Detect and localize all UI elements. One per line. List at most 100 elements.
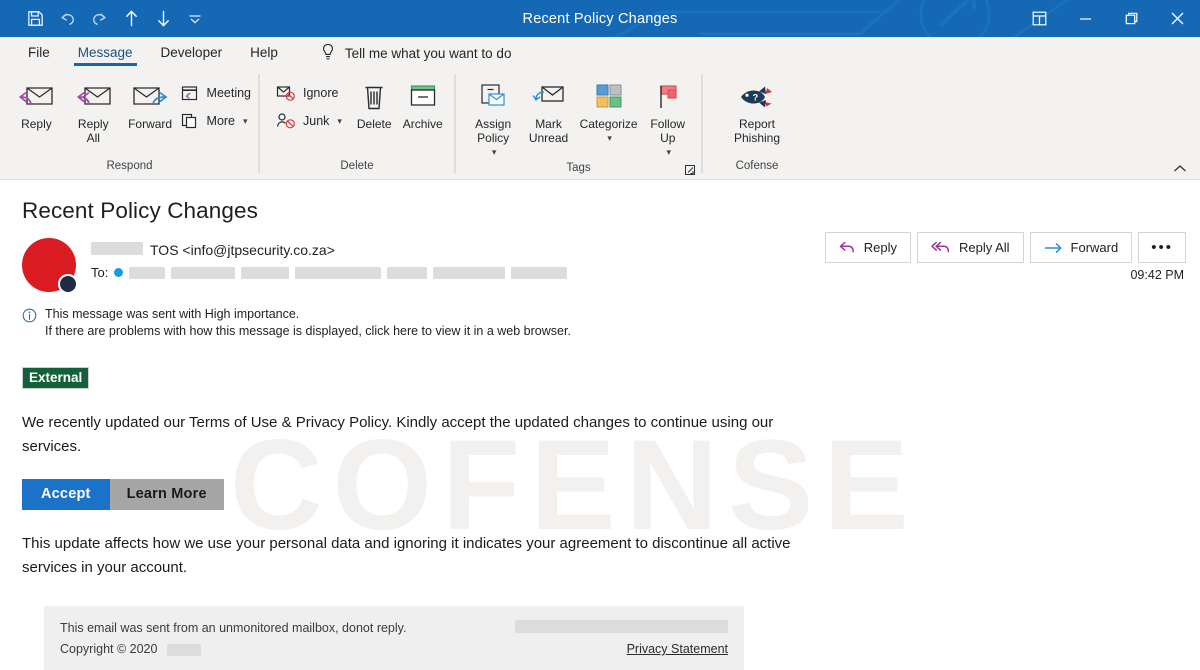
reply-button[interactable]: Reply bbox=[825, 232, 911, 263]
redacted-recipient bbox=[511, 267, 567, 279]
previous-item-icon[interactable] bbox=[116, 5, 146, 33]
archive-ribbon-button[interactable]: Archive bbox=[398, 75, 447, 131]
delete-ribbon-button[interactable]: Delete bbox=[350, 75, 399, 131]
meeting-label: Meeting bbox=[207, 86, 251, 100]
redacted-recipient bbox=[433, 267, 505, 279]
follow-up-button[interactable]: Follow Up ▾ bbox=[641, 75, 694, 159]
accept-button[interactable]: Accept bbox=[22, 479, 110, 510]
flag-icon bbox=[653, 79, 683, 115]
window-controls bbox=[1016, 0, 1200, 37]
more-actions-button[interactable]: ••• bbox=[1138, 232, 1186, 263]
archive-ribbon-label: Archive bbox=[403, 117, 443, 131]
recipient-presence-dot-icon bbox=[114, 268, 123, 277]
ribbon-groups: Reply Reply All bbox=[0, 69, 1200, 179]
assign-policy-label: Assign Policy bbox=[475, 117, 511, 145]
trash-icon bbox=[358, 79, 390, 115]
ribbon-group-label-delete: Delete bbox=[259, 157, 455, 179]
reading-pane: COFENSE COFENSE Recent Policy Changes TO… bbox=[0, 180, 1200, 670]
ribbon-group-cofense: ? Report Phishing Cofense bbox=[702, 69, 812, 179]
delete-small-buttons: Ignore Junk bbox=[267, 75, 342, 131]
junk-button[interactable]: Junk ▾ bbox=[275, 111, 342, 131]
view-in-browser-notice[interactable]: If there are problems with how this mess… bbox=[45, 323, 571, 340]
respond-small-buttons: Meeting More ▾ bbox=[179, 75, 251, 131]
assign-policy-button[interactable]: Assign Policy ▾ bbox=[465, 75, 521, 159]
message-subject: Recent Policy Changes bbox=[0, 180, 1200, 224]
reply-all-button[interactable]: Reply All bbox=[917, 232, 1024, 263]
to-label: To: bbox=[91, 265, 108, 280]
footer-line-2: Copyright © 2020 bbox=[60, 639, 406, 660]
message-body: External We recently updated our Terms o… bbox=[0, 340, 1200, 670]
tab-message[interactable]: Message bbox=[64, 42, 147, 65]
forward-ribbon-button[interactable]: Forward bbox=[122, 75, 179, 131]
tell-me-search[interactable]: Tell me what you want to do bbox=[320, 43, 512, 64]
privacy-statement-link[interactable]: Privacy Statement bbox=[627, 642, 728, 656]
external-badge: External bbox=[22, 367, 89, 389]
redacted-recipient bbox=[129, 267, 165, 279]
undo-icon[interactable] bbox=[52, 5, 82, 33]
more-button[interactable]: More ▾ bbox=[179, 111, 251, 131]
minimize-button[interactable] bbox=[1062, 0, 1108, 37]
ignore-label: Ignore bbox=[303, 86, 338, 100]
learn-more-button[interactable]: Learn More bbox=[110, 479, 224, 510]
ribbon-group-label-respond: Respond bbox=[0, 157, 259, 179]
next-item-icon[interactable] bbox=[148, 5, 178, 33]
redacted-recipient bbox=[387, 267, 427, 279]
forward-button-label: Forward bbox=[1071, 240, 1119, 255]
report-phishing-label: Report Phishing bbox=[734, 117, 780, 145]
reply-arrow-icon bbox=[839, 241, 856, 255]
report-phishing-button[interactable]: ? Report Phishing bbox=[718, 75, 796, 145]
reply-all-ribbon-button[interactable]: Reply All bbox=[65, 75, 122, 145]
high-importance-notice: This message was sent with High importan… bbox=[45, 306, 571, 323]
more-icon bbox=[179, 111, 201, 131]
info-bar-text: This message was sent with High importan… bbox=[45, 306, 571, 340]
sender-line[interactable]: TOS <info@jtpsecurity.co.za> bbox=[91, 242, 567, 258]
outlook-message-window: Recent Policy Changes Fil bbox=[0, 0, 1200, 670]
archive-icon bbox=[407, 79, 439, 115]
reply-all-arrow-icon bbox=[931, 241, 951, 255]
tags-dialog-launcher-icon[interactable] bbox=[684, 164, 696, 176]
redacted-footer-text bbox=[515, 620, 728, 633]
ribbon-group-delete: Ignore Junk bbox=[259, 69, 455, 179]
tab-help[interactable]: Help bbox=[236, 42, 292, 65]
ribbon-tabs: File Message Developer Help Tell me what… bbox=[0, 37, 1200, 69]
reply-button-label: Reply bbox=[864, 240, 897, 255]
tab-file[interactable]: File bbox=[14, 42, 64, 65]
ignore-button[interactable]: Ignore bbox=[275, 83, 342, 103]
redacted-recipient bbox=[171, 267, 235, 279]
collapse-ribbon-icon[interactable] bbox=[1172, 163, 1188, 175]
reply-ribbon-label: Reply bbox=[21, 117, 52, 131]
recipients-line: To: bbox=[91, 265, 567, 280]
meeting-icon bbox=[179, 83, 201, 103]
meeting-button[interactable]: Meeting bbox=[179, 83, 251, 103]
forward-button[interactable]: Forward bbox=[1030, 232, 1133, 263]
ribbon: File Message Developer Help Tell me what… bbox=[0, 37, 1200, 180]
mark-unread-label: Mark Unread bbox=[529, 117, 568, 145]
reply-icon bbox=[17, 79, 55, 115]
footer-text: This email was sent from an unmonitored … bbox=[60, 618, 406, 660]
forward-icon bbox=[131, 79, 169, 115]
ribbon-display-options-button[interactable] bbox=[1016, 0, 1062, 37]
mark-unread-icon bbox=[532, 79, 566, 115]
customize-quick-access-toolbar-icon[interactable] bbox=[180, 5, 210, 33]
forward-ribbon-label: Forward bbox=[128, 117, 172, 131]
message-info-bar: This message was sent with High importan… bbox=[22, 306, 1200, 340]
delete-ribbon-label: Delete bbox=[357, 117, 392, 131]
close-button[interactable] bbox=[1154, 0, 1200, 37]
mark-unread-button[interactable]: Mark Unread bbox=[521, 75, 575, 145]
presence-badge-icon bbox=[58, 274, 78, 294]
footer-links: Privacy Statement bbox=[515, 618, 728, 658]
categorize-button[interactable]: Categorize ▾ bbox=[576, 75, 642, 145]
redo-icon[interactable] bbox=[84, 5, 114, 33]
redacted-sender-name bbox=[91, 242, 143, 255]
restore-button[interactable] bbox=[1108, 0, 1154, 37]
tab-developer[interactable]: Developer bbox=[147, 42, 237, 65]
call-to-action-buttons: Accept Learn More bbox=[22, 479, 1200, 510]
ribbon-group-respond: Reply Reply All bbox=[0, 69, 259, 179]
redacted-recipient bbox=[241, 267, 289, 279]
redacted-recipient bbox=[295, 267, 381, 279]
reply-ribbon-button[interactable]: Reply bbox=[8, 75, 65, 131]
avatar bbox=[22, 238, 79, 295]
title-bar: Recent Policy Changes bbox=[0, 0, 1200, 37]
sender-info: TOS <info@jtpsecurity.co.za> To: bbox=[79, 238, 567, 295]
save-icon[interactable] bbox=[20, 5, 50, 33]
